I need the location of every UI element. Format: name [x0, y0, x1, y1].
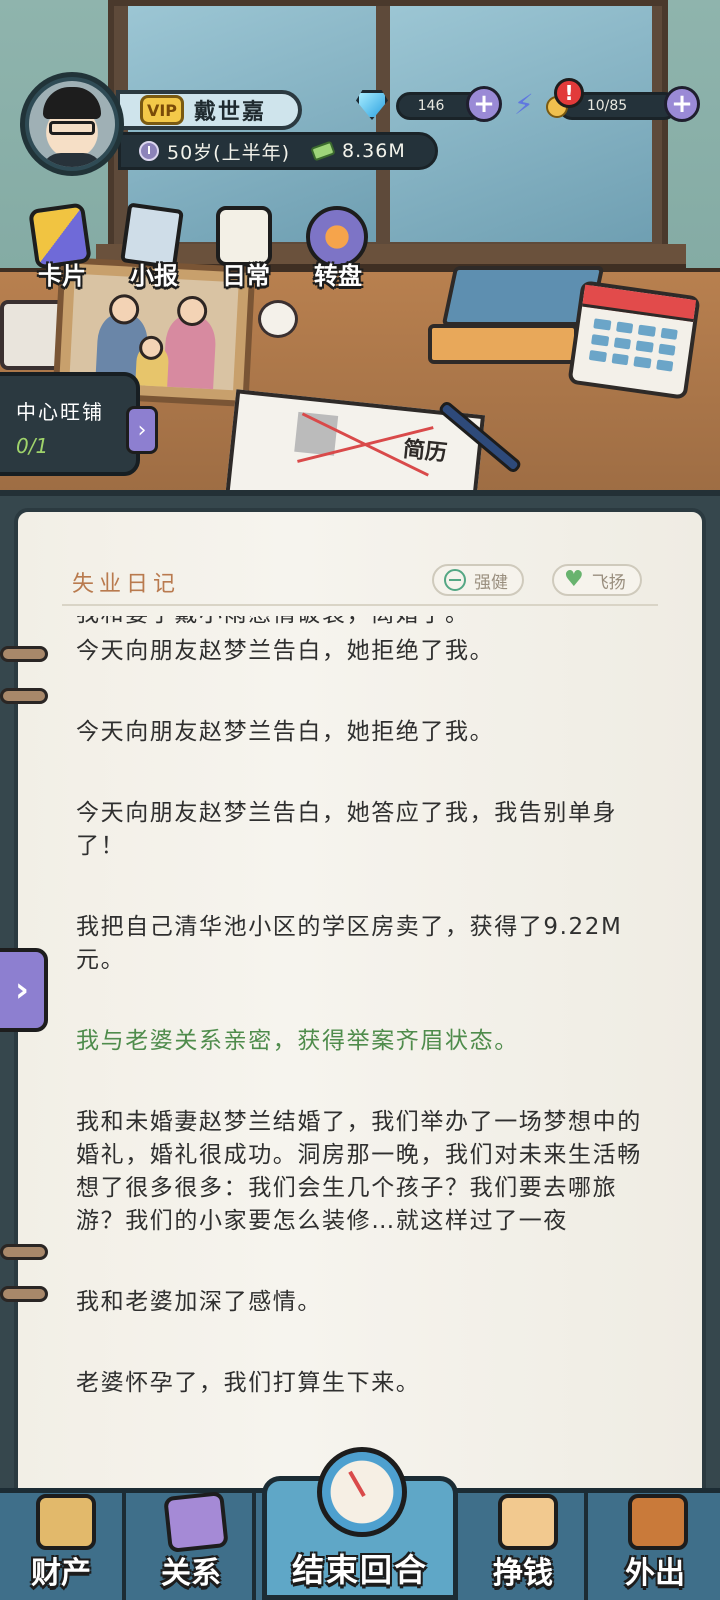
alert-icon[interactable]: ! [554, 78, 584, 108]
add-gems-button[interactable]: + [466, 86, 502, 122]
nav-relations-button[interactable]: 关系 [130, 1490, 256, 1600]
alarm-clock-icon [317, 1447, 407, 1537]
vip-badge[interactable]: VIP [140, 95, 184, 125]
player-stats-bar: 50岁(上半年) 8.36M [118, 132, 438, 170]
diary-entry: 我和未婚妻赵梦兰结婚了，我们举办了一场梦想中的婚礼，婚礼很成功。洞房那一晚，我们… [76, 1109, 642, 1234]
quick-wheel-button[interactable]: 转盘 [296, 206, 380, 296]
nav-earn-button[interactable]: 挣钱 [462, 1490, 588, 1600]
end-turn-label: 结束回合 [291, 1551, 428, 1589]
player-age: 50岁(上半年) [167, 141, 291, 164]
state-label: 强健 [474, 572, 508, 593]
player-name-bar[interactable]: VIP 戴世嘉 [116, 90, 302, 130]
door-icon [628, 1494, 688, 1550]
divider [62, 604, 658, 606]
nav-assets-label: 财产 [31, 1556, 91, 1591]
quick-daily-button[interactable]: 日常 [204, 206, 288, 296]
event-expand-button[interactable]: › [126, 406, 158, 454]
binder-ring [0, 1286, 48, 1302]
binder-ring [0, 688, 48, 704]
paper-ball-icon [258, 300, 298, 338]
state-chip-healthy[interactable]: 强健 [432, 564, 524, 596]
quick-daily-label: 日常 [222, 262, 270, 290]
clock-icon [139, 141, 159, 161]
player-cash: 8.36M [342, 140, 406, 162]
house-icon [36, 1494, 96, 1550]
diary-entry: 今天向朋友赵梦兰告白，她拒绝了我。 [76, 719, 495, 745]
diary-entry: 老婆怀孕了，我们打算生下来。 [76, 1370, 421, 1396]
lightning-icon: ⚡ [514, 88, 534, 121]
player-name: 戴世嘉 [194, 100, 267, 125]
diary-entry: 我和老婆加深了感情。 [76, 1289, 322, 1315]
binder-ring [0, 646, 48, 662]
diary-entry-highlight: 我与老婆关系亲密，获得举案齐眉状态。 [76, 1028, 519, 1054]
quick-wheel-label: 转盘 [314, 262, 362, 290]
pulse-icon [444, 569, 466, 591]
add-energy-button[interactable]: + [664, 86, 700, 122]
event-title: 中心旺铺 [16, 400, 104, 424]
event-progress: 0/1 [16, 434, 49, 458]
contact-book-icon [163, 1491, 229, 1553]
side-panel-arrow-button[interactable]: › [0, 948, 48, 1032]
diary-log[interactable]: 我和妻子戴小雨感情破裂，离婚了。 今天向朋友赵梦兰告白，她拒绝了我。 今天向朋友… [76, 616, 666, 1466]
diary-entry: 我把自己清华池小区的学区房卖了，获得了9.22M元。 [76, 914, 623, 973]
nav-relations-label: 关系 [161, 1556, 221, 1591]
calendar-icon [567, 280, 701, 400]
quick-cards-label: 卡片 [38, 262, 86, 290]
nav-assets-button[interactable]: 财产 [0, 1490, 126, 1600]
diary-title: 失业日记 [72, 572, 181, 597]
resume-mark: 简历 [401, 437, 449, 467]
state-label: 飞扬 [591, 572, 626, 593]
diary-entry: 今天向朋友赵梦兰告白，她答应了我，我告别单身了！ [76, 800, 618, 859]
money-fist-icon [498, 1494, 558, 1550]
heart-icon: ♥ [564, 567, 584, 592]
event-panel[interactable]: 中心旺铺 0/1 [0, 372, 140, 476]
binder-ring [0, 1244, 48, 1260]
nav-go-out-button[interactable]: 外出 [592, 1490, 718, 1600]
diary-entry: 我和妻子戴小雨感情破裂，离婚了。 [76, 616, 666, 631]
quick-cards-button[interactable]: 卡片 [20, 202, 104, 296]
end-turn-button[interactable]: 结束回合 [262, 1447, 458, 1600]
nav-earn-label: 挣钱 [493, 1556, 553, 1591]
cash-icon [310, 140, 336, 162]
nav-go-out-label: 外出 [625, 1556, 685, 1591]
quick-newspaper-label: 小报 [130, 262, 178, 290]
quick-newspaper-button[interactable]: 小报 [112, 202, 196, 296]
player-avatar[interactable] [20, 72, 124, 176]
state-chip-spirited[interactable]: ♥ 飞扬 [552, 564, 642, 596]
diary-entry: 今天向朋友赵梦兰告白，她拒绝了我。 [76, 638, 495, 664]
avatar [29, 81, 115, 167]
